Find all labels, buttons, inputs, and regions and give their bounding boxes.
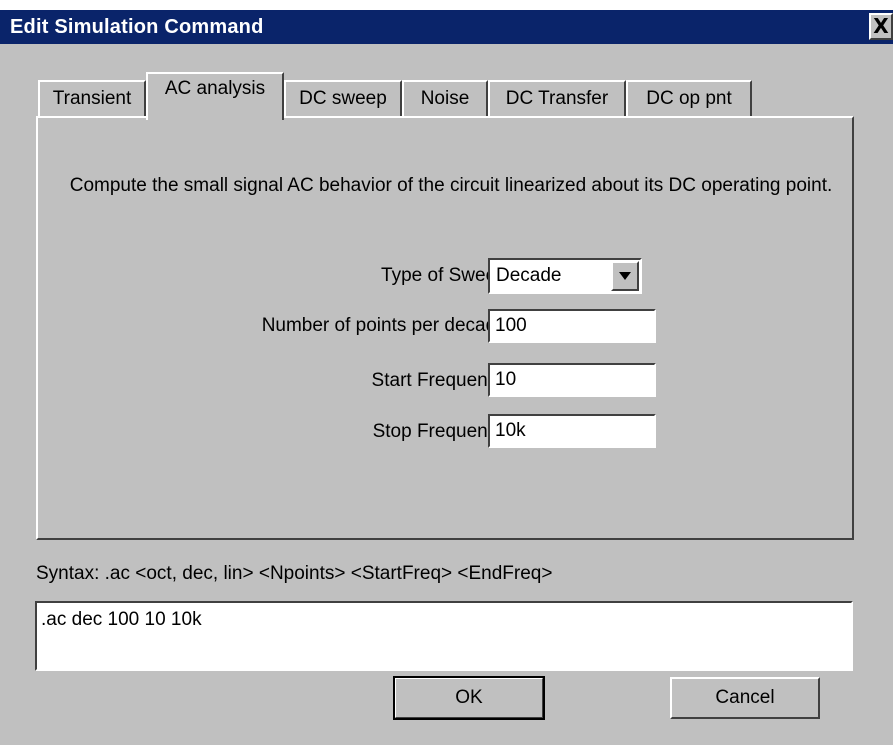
- dropdown-button[interactable]: [611, 261, 639, 291]
- tab-dc-sweep[interactable]: DC sweep: [284, 80, 402, 116]
- screen-background: [0, 0, 893, 10]
- syntax-hint: Syntax: .ac <oct, dec, lin> <Npoints> <S…: [36, 563, 553, 584]
- window-title: Edit Simulation Command: [10, 16, 264, 38]
- command-text-box[interactable]: .ac dec 100 10 10k: [35, 601, 853, 671]
- ac-analysis-panel: Compute the small signal AC behavior of …: [36, 116, 854, 540]
- sweep-type-select[interactable]: Decade: [488, 258, 642, 294]
- tab-ac-analysis[interactable]: AC analysis: [146, 72, 284, 120]
- chevron-down-icon: [619, 272, 631, 280]
- close-icon: X: [873, 14, 889, 38]
- stop-frequency-input[interactable]: 10k: [488, 414, 656, 448]
- title-bar[interactable]: Edit Simulation Command X: [0, 10, 893, 44]
- tab-label: Transient: [52, 88, 132, 109]
- close-button[interactable]: X: [869, 13, 893, 40]
- sweep-type-value: Decade: [496, 265, 562, 286]
- tab-label: DC Transfer: [505, 88, 609, 109]
- tab-label: DC sweep: [299, 88, 387, 109]
- tab-dc-op-pnt[interactable]: DC op pnt: [626, 80, 752, 116]
- tab-label: DC op pnt: [646, 88, 732, 109]
- tab-label: Noise: [420, 88, 470, 109]
- points-per-decade-label: Number of points per decade:: [261, 315, 512, 336]
- start-frequency-input[interactable]: 10: [488, 363, 656, 397]
- tab-noise[interactable]: Noise: [402, 80, 488, 116]
- points-per-decade-input[interactable]: 100: [488, 309, 656, 343]
- analysis-description: Compute the small signal AC behavior of …: [69, 175, 833, 196]
- tab-transient[interactable]: Transient: [38, 80, 146, 116]
- tab-label: AC analysis: [164, 78, 266, 99]
- tab-dc-transfer[interactable]: DC Transfer: [488, 80, 626, 116]
- cancel-button[interactable]: Cancel: [670, 677, 820, 719]
- ok-button[interactable]: OK: [393, 676, 545, 720]
